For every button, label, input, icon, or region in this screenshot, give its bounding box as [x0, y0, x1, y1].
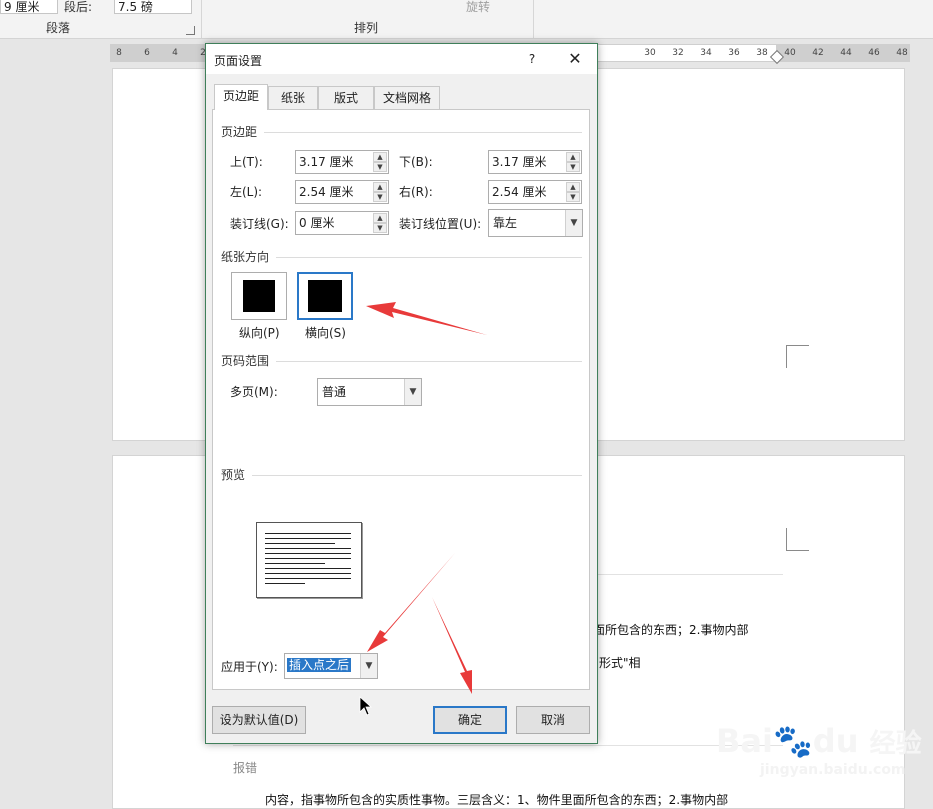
- ribbon: 9 厘米 段后: 7.5 磅 旋转 段落 排列: [0, 0, 933, 39]
- ruler-tick: 40: [784, 48, 796, 58]
- doc-text-line: 里面所包含的东西；2.事物内部: [581, 623, 749, 637]
- spin-down-icon[interactable]: ▼: [373, 223, 387, 233]
- set-default-button[interactable]: 设为默认值(D): [212, 706, 306, 734]
- spin-up-icon[interactable]: ▲: [566, 182, 580, 192]
- chevron-down-icon[interactable]: ▼: [565, 210, 582, 236]
- gutter-label: 装订线(G):: [230, 217, 289, 231]
- ruler-tick: 46: [868, 48, 880, 58]
- apply-to-label: 应用于(Y):: [221, 660, 278, 674]
- close-button[interactable]: ✕: [564, 48, 586, 70]
- dialog-titlebar[interactable]: 页面设置 ? ✕: [206, 44, 597, 74]
- pages-group-label: 页码范围: [221, 354, 270, 368]
- ruler-tick: 34: [700, 48, 712, 58]
- multiple-pages-select[interactable]: 普通 ▼: [317, 378, 422, 406]
- right-margin-input[interactable]: 2.54 厘米 ▲ ▼: [488, 180, 582, 204]
- margin-corner-mark: [786, 345, 809, 368]
- group-paragraph-label: 段落: [46, 21, 71, 35]
- tab-paper[interactable]: 纸张: [268, 86, 318, 110]
- spacing-after-label: 段后:: [64, 0, 93, 14]
- cancel-button[interactable]: 取消: [516, 706, 590, 734]
- ruler-tick: 32: [672, 48, 684, 58]
- tab-document-grid[interactable]: 文档网格: [374, 86, 440, 110]
- preview-group-label: 预览: [221, 468, 246, 482]
- gutter-position-label: 装订线位置(U):: [399, 217, 482, 231]
- paw-icon: 🐾: [772, 722, 813, 760]
- spin-up-icon[interactable]: ▲: [566, 152, 580, 162]
- rotate-button[interactable]: 旋转: [466, 0, 490, 14]
- ruler-tick: 36: [728, 48, 740, 58]
- margins-group-label: 页边距: [221, 125, 258, 139]
- landscape-label: 横向(S): [305, 326, 346, 340]
- apply-to-select[interactable]: 插入点之后 ▼: [284, 653, 378, 679]
- bottom-margin-input[interactable]: 3.17 厘米 ▲ ▼: [488, 150, 582, 174]
- spin-down-icon[interactable]: ▼: [373, 162, 387, 172]
- ruler-tick: 8: [116, 48, 122, 58]
- ruler-tick: 48: [896, 48, 908, 58]
- doc-text-line: 内容，指事物所包含的实质性事物。三层含义：1、物件里面所包含的东西；2.事物内部: [265, 793, 729, 807]
- spin-up-icon[interactable]: ▲: [373, 213, 387, 223]
- ruler-tick: 30: [644, 48, 656, 58]
- landscape-option[interactable]: [297, 272, 353, 320]
- multiple-pages-label: 多页(M):: [230, 385, 278, 399]
- spin-down-icon[interactable]: ▼: [566, 192, 580, 202]
- page-preview: [256, 522, 362, 598]
- spin-down-icon[interactable]: ▼: [566, 162, 580, 172]
- top-margin-label: 上(T):: [230, 155, 263, 169]
- gutter-position-select[interactable]: 靠左 ▼: [488, 209, 583, 237]
- ruler-tick: 6: [144, 48, 150, 58]
- left-margin-label: 左(L):: [230, 185, 263, 199]
- tab-margins[interactable]: 页边距: [214, 84, 268, 110]
- watermark-logo: Bai🐾du 经验: [716, 722, 922, 760]
- spin-up-icon[interactable]: ▲: [373, 182, 387, 192]
- doc-text-line: 形式"相: [599, 656, 641, 670]
- ruler-tick: 42: [812, 48, 824, 58]
- portrait-page-icon: [243, 280, 275, 312]
- margin-corner-mark: [786, 528, 809, 551]
- right-margin-label: 右(R):: [399, 185, 433, 199]
- chevron-down-icon[interactable]: ▼: [360, 654, 377, 678]
- portrait-option[interactable]: [231, 272, 287, 320]
- spacing-after-input[interactable]: 7.5 磅: [114, 0, 192, 14]
- paragraph-launcher-icon[interactable]: [186, 26, 195, 35]
- ruler-tick: 44: [840, 48, 852, 58]
- left-margin-input[interactable]: 2.54 厘米 ▲ ▼: [295, 180, 389, 204]
- spin-up-icon[interactable]: ▲: [373, 152, 387, 162]
- tab-layout[interactable]: 版式: [318, 86, 374, 110]
- gutter-input[interactable]: 0 厘米 ▲ ▼: [295, 211, 389, 235]
- landscape-page-icon: [308, 280, 342, 312]
- spin-down-icon[interactable]: ▼: [373, 192, 387, 202]
- dialog-title: 页面设置: [214, 54, 263, 68]
- help-button[interactable]: ?: [522, 49, 542, 69]
- ruler-tick: 4: [172, 48, 178, 58]
- indent-input[interactable]: 9 厘米: [0, 0, 58, 14]
- page-setup-dialog: 页面设置 ? ✕ 页边距 纸张 版式 文档网格 页边距 上(T): 3.17 厘…: [205, 43, 598, 744]
- portrait-label: 纵向(P): [239, 326, 280, 340]
- report-link[interactable]: 报错: [233, 761, 257, 775]
- bottom-margin-label: 下(B):: [399, 155, 433, 169]
- top-margin-input[interactable]: 3.17 厘米 ▲ ▼: [295, 150, 389, 174]
- group-arrange-label: 排列: [354, 21, 379, 35]
- watermark-url: jingyan.baidu.com: [760, 762, 906, 778]
- ruler-tick: 38: [756, 48, 768, 58]
- orientation-group-label: 纸张方向: [221, 250, 270, 264]
- ok-button[interactable]: 确定: [433, 706, 507, 734]
- chevron-down-icon[interactable]: ▼: [404, 379, 421, 405]
